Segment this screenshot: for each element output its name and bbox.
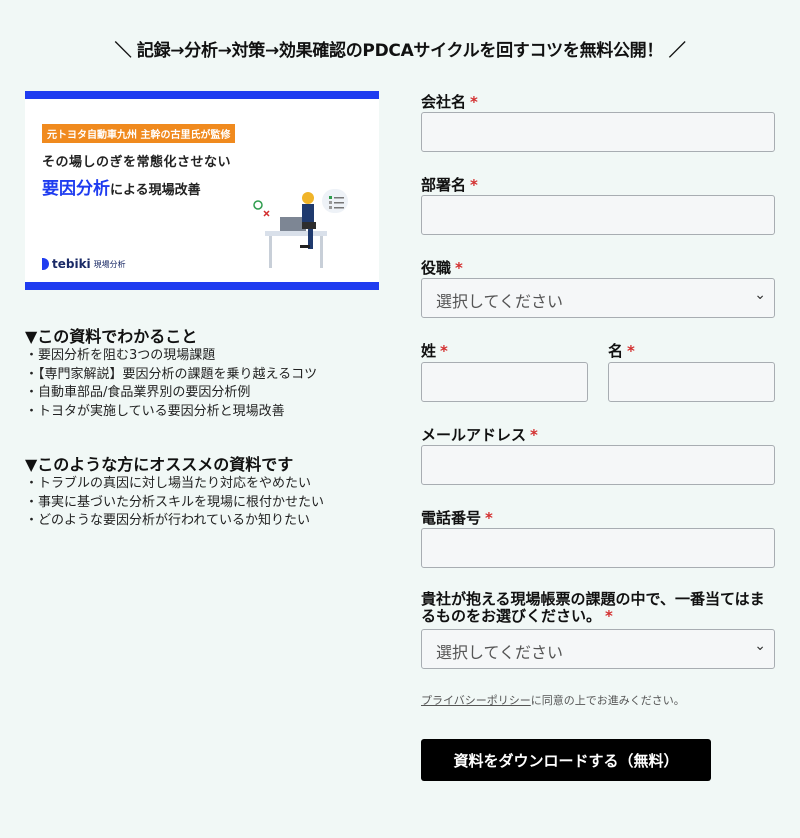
list-item: ・トヨタが実施している要因分析と現場改善 bbox=[25, 403, 285, 419]
banner-title-accent: 要因分析 bbox=[42, 179, 110, 199]
last-name-field[interactable] bbox=[421, 362, 588, 402]
required-mark: * bbox=[530, 426, 538, 444]
tebiki-logo: tebiki 現場分析 bbox=[42, 257, 126, 271]
required-mark: * bbox=[485, 509, 493, 527]
list-item: ・要因分析を阻む3つの現場課題 bbox=[25, 348, 216, 363]
required-mark: * bbox=[470, 93, 478, 111]
download-button[interactable]: 資料をダウンロードする（無料） bbox=[421, 739, 711, 781]
issue-label: 貴社が抱える現場帳票の課題の中で、一番当てはま るものをお選びください。 * bbox=[421, 591, 781, 625]
learn-section-title: ▼この資料でわかること bbox=[25, 327, 198, 346]
issue-select[interactable]: 選択してください ⌄ bbox=[421, 629, 775, 669]
first-name-label: 名 * bbox=[608, 340, 635, 361]
list-item: ・トラブルの真因に対し場当たり対応をやめたい bbox=[25, 476, 312, 491]
department-label: 部署名 * bbox=[421, 174, 478, 195]
recommend-section-title: ▼このような方にオススメの資料です bbox=[25, 455, 294, 474]
first-name-label-text: 名 bbox=[608, 342, 624, 360]
issue-label-line1: 貴社が抱える現場帳票の課題の中で、一番当てはま bbox=[421, 590, 765, 608]
list-item: ・自動車部品/食品業界別の要因分析例 bbox=[25, 385, 251, 400]
recommend-section: ▼このような方にオススメの資料です ・トラブルの真因に対し場当たり対応をやめたい… bbox=[25, 455, 385, 531]
position-select[interactable]: 選択してください ⌄ bbox=[421, 278, 775, 318]
required-mark: * bbox=[470, 176, 478, 194]
issue-label-line2: るものをお選びください。 bbox=[421, 607, 602, 625]
email-label: メールアドレス * bbox=[421, 424, 538, 445]
logo-sub: 現場分析 bbox=[93, 259, 126, 269]
phone-label-text: 電話番号 bbox=[421, 509, 482, 527]
worker-at-desk-illustration bbox=[253, 189, 348, 268]
position-label: 役職 * bbox=[421, 257, 463, 278]
banner-title-rest: による現場改善 bbox=[110, 183, 201, 198]
chevron-down-icon: ⌄ bbox=[754, 287, 766, 303]
banner-title-line2: 要因分析による現場改善 bbox=[42, 174, 201, 199]
phone-field[interactable] bbox=[421, 528, 775, 568]
privacy-notice: プライバシーポリシーに同意の上でお進みください。 bbox=[421, 692, 685, 708]
last-name-label: 姓 * bbox=[421, 340, 448, 361]
learn-section: ▼この資料でわかること ・要因分析を阻む3つの現場課題 ・【専門家解説】要因分析… bbox=[25, 327, 385, 421]
list-item: ・どのような要因分析が行われているか知りたい bbox=[25, 513, 310, 528]
position-select-value: 選択してください bbox=[436, 292, 564, 311]
department-label-text: 部署名 bbox=[421, 176, 467, 194]
page-headline: ＼ 記録→分析→対策→効果確認のPDCAサイクルを回すコツを無料公開！ ／ bbox=[114, 41, 686, 61]
required-mark: * bbox=[627, 342, 635, 360]
required-mark: * bbox=[440, 342, 448, 360]
email-field[interactable] bbox=[421, 445, 775, 485]
document-banner: 元トヨタ自動車九州 主幹の古里氏が監修 その場しのぎを常態化させない 要因分析に… bbox=[25, 91, 379, 290]
last-name-label-text: 姓 bbox=[421, 342, 437, 360]
required-mark: * bbox=[605, 607, 613, 625]
list-item: ・事実に基づいた分析スキルを現場に根付かせたい bbox=[25, 494, 325, 510]
email-label-text: メールアドレス bbox=[421, 426, 527, 444]
logo-brand: tebiki bbox=[52, 257, 91, 271]
phone-label: 電話番号 * bbox=[421, 507, 493, 528]
privacy-notice-text: に同意の上でお進みください。 bbox=[530, 694, 685, 707]
list-item: ・【専門家解説】要因分析の課題を乗り越えるコツ bbox=[25, 366, 318, 382]
chevron-down-icon: ⌄ bbox=[754, 638, 766, 654]
banner-title-line1: その場しのぎを常態化させない bbox=[42, 155, 232, 170]
tebiki-mark-icon bbox=[42, 258, 49, 270]
department-field[interactable] bbox=[421, 195, 775, 235]
company-label-text: 会社名 bbox=[421, 93, 467, 111]
privacy-policy-link[interactable]: プライバシーポリシー bbox=[421, 694, 531, 707]
supervisor-tag: 元トヨタ自動車九州 主幹の古里氏が監修 bbox=[42, 124, 236, 143]
required-mark: * bbox=[455, 259, 463, 277]
company-field[interactable] bbox=[421, 112, 775, 152]
position-label-text: 役職 bbox=[421, 259, 452, 277]
company-label: 会社名 * bbox=[421, 91, 478, 112]
issue-select-value: 選択してください bbox=[436, 643, 564, 662]
first-name-field[interactable] bbox=[608, 362, 775, 402]
